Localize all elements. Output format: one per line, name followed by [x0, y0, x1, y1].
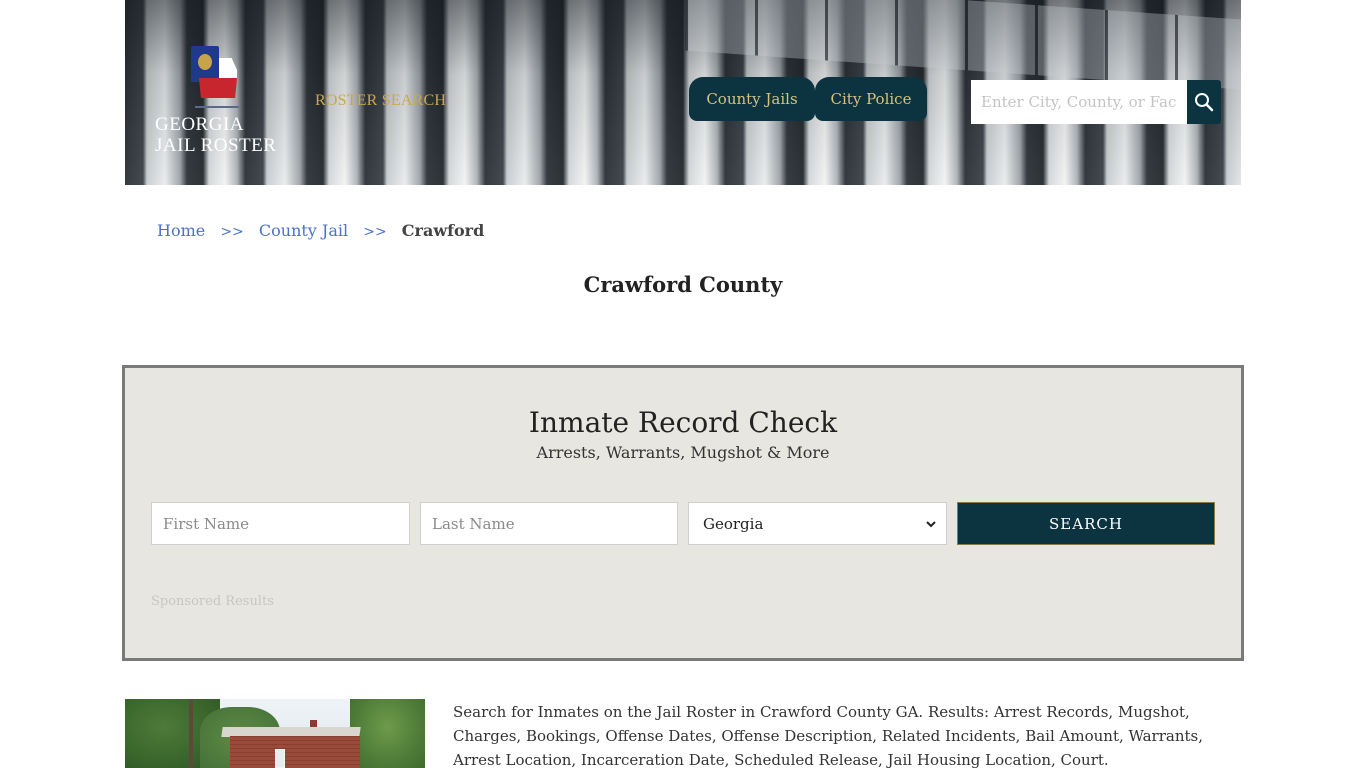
breadcrumb-county-jail[interactable]: County Jail — [259, 221, 348, 240]
georgia-map-icon — [189, 46, 243, 100]
facility-search-input[interactable] — [971, 80, 1187, 124]
logo-line-1: GEORGIA — [155, 114, 244, 135]
search-icon — [1195, 93, 1214, 112]
logo-text: GEORGIA JAIL ROSTER — [153, 114, 283, 156]
logo-line-2: JAIL ROSTER — [155, 135, 277, 156]
record-check-subtitle: Arrests, Warrants, Mugshot & More — [536, 443, 830, 462]
breadcrumb-current: Crawford — [401, 221, 485, 240]
record-check-title: Inmate Record Check — [528, 406, 838, 439]
county-description: Search for Inmates on the Jail Roster in… — [453, 703, 1203, 768]
header-search — [971, 80, 1221, 124]
nav-tab-city-police[interactable]: City Police — [815, 77, 927, 121]
first-name-input[interactable] — [151, 502, 410, 545]
inmate-record-check-panel: Inmate Record Check Arrests, Warrants, M… — [122, 365, 1244, 661]
chevron-down-icon — [926, 520, 936, 527]
jail-building-photo — [125, 699, 425, 768]
site-header: GEORGIA JAIL ROSTER ROSTER SEARCH County… — [125, 0, 1241, 185]
record-search-button[interactable]: SEARCH — [957, 502, 1215, 545]
header-search-button[interactable] — [1187, 80, 1221, 124]
roster-search-link[interactable]: ROSTER SEARCH — [315, 92, 446, 110]
page-title: Crawford County — [583, 272, 783, 297]
nav-tab-county-jails[interactable]: County Jails — [689, 77, 815, 121]
breadcrumb: Home >> County Jail >> Crawford — [157, 221, 484, 240]
logo-divider — [195, 106, 239, 108]
state-select-value: Georgia — [703, 514, 764, 533]
sponsored-results-label: Sponsored Results — [151, 594, 274, 609]
last-name-input[interactable] — [420, 502, 678, 545]
site-logo[interactable]: GEORGIA JAIL ROSTER — [153, 46, 283, 156]
breadcrumb-separator: >> — [220, 224, 244, 240]
breadcrumb-home[interactable]: Home — [157, 221, 205, 240]
breadcrumb-separator: >> — [363, 224, 387, 240]
state-select[interactable]: Georgia — [688, 502, 947, 545]
